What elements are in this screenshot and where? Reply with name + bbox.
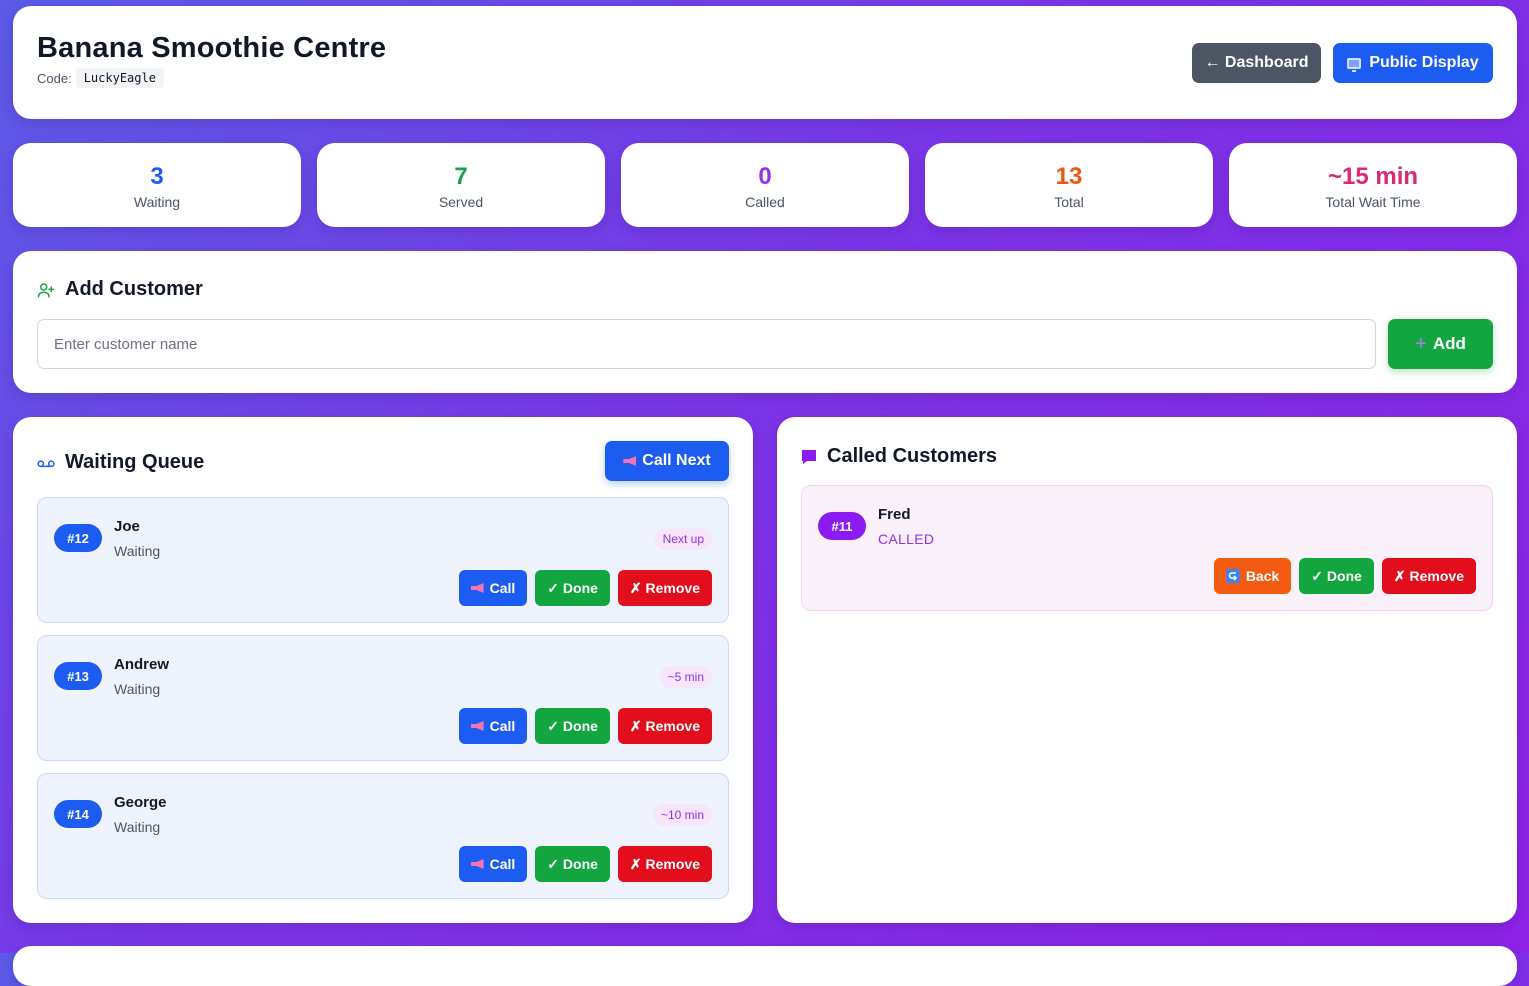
stat-label: Waiting — [133, 194, 181, 210]
call-button[interactable]: Call — [458, 708, 528, 744]
queue-item: #13 Andrew Waiting ~5 min Call ✓ Done ✗ … — [37, 635, 729, 761]
remove-button[interactable]: ✗ Remove — [617, 846, 712, 882]
call-button-label: Call — [489, 856, 516, 872]
customer-status: CALLED — [878, 531, 935, 547]
public-display-button[interactable]: Public Display — [1333, 43, 1493, 83]
called-item-actions: Back ✓ Done ✗ Remove — [1213, 558, 1476, 594]
voicemail-icon — [37, 459, 55, 467]
add-button-label: Add — [1432, 334, 1466, 353]
done-button[interactable]: ✓ Done — [535, 708, 610, 744]
code-label: Code: — [37, 70, 72, 86]
add-customer-card: Add Customer + Add — [13, 251, 1517, 393]
megaphone-icon — [470, 859, 484, 869]
customer-name-input[interactable] — [37, 319, 1376, 369]
ticket-number: #12 — [54, 524, 102, 552]
customer-status: Waiting — [114, 819, 161, 835]
queue-item-actions: Call ✓ Done ✗ Remove — [458, 708, 712, 744]
eta-badge: ~10 min — [652, 804, 712, 826]
queue-item-actions: Call ✓ Done ✗ Remove — [458, 846, 712, 882]
call-button[interactable]: Call — [458, 846, 528, 882]
remove-button[interactable]: ✗ Remove — [1381, 558, 1476, 594]
megaphone-icon — [623, 456, 637, 466]
done-button[interactable]: ✓ Done — [535, 570, 610, 606]
code-value: LuckyEagle — [75, 68, 164, 88]
stat-label: Total Wait Time — [1325, 194, 1421, 210]
called-customers-title: Called Customers — [827, 445, 998, 467]
called-item: #11 Fred CALLED Back ✓ Done ✗ Remove — [801, 485, 1493, 611]
remove-button[interactable]: ✗ Remove — [617, 570, 712, 606]
stat-value: ~15 min — [1327, 163, 1419, 190]
ticket-number: #14 — [54, 800, 102, 828]
stat-card-called: 0 Called — [621, 143, 909, 227]
eta-badge: Next up — [654, 528, 712, 550]
waiting-queue-title: Waiting Queue — [65, 451, 205, 473]
public-display-button-label: Public Display — [1369, 54, 1479, 71]
customer-status: Waiting — [114, 543, 161, 559]
stat-label: Total — [1054, 194, 1084, 210]
stat-label: Served — [438, 194, 484, 210]
dashboard-button-label: ← Dashboard — [1204, 54, 1309, 71]
call-button-label: Call — [489, 718, 516, 734]
customer-name: Joe — [114, 518, 140, 535]
ticket-number: #11 — [818, 512, 866, 540]
stat-value: 0 — [758, 163, 772, 190]
remove-button[interactable]: ✗ Remove — [617, 708, 712, 744]
ticket-number: #13 — [54, 662, 102, 690]
speech-bubble-icon — [802, 449, 816, 464]
called-customers-heading: Called Customers — [801, 445, 997, 468]
bottom-card — [13, 946, 1517, 986]
call-button[interactable]: Call — [458, 570, 528, 606]
stat-value: 3 — [150, 163, 164, 190]
stat-value: 13 — [1055, 163, 1083, 190]
stat-card-wait-time: ~15 min Total Wait Time — [1229, 143, 1517, 227]
customer-name: Andrew — [114, 656, 170, 673]
call-button-label: Call — [489, 580, 516, 596]
eta-badge: ~5 min — [659, 666, 712, 688]
waiting-queue-heading: Waiting Queue — [37, 451, 204, 474]
stat-label: Called — [745, 194, 785, 210]
queue-item: #14 George Waiting ~10 min Call ✓ Done ✗… — [37, 773, 729, 899]
back-button[interactable]: Back — [1213, 558, 1292, 594]
stat-card-served: 7 Served — [317, 143, 605, 227]
call-next-button[interactable]: Call Next — [605, 441, 729, 481]
back-button-label: Back — [1245, 568, 1280, 584]
plus-icon: + — [1415, 333, 1427, 355]
stat-card-waiting: 3 Waiting — [13, 143, 301, 227]
queue-item-actions: Call ✓ Done ✗ Remove — [458, 570, 712, 606]
done-button[interactable]: ✓ Done — [1299, 558, 1374, 594]
store-code: Code: LuckyEagle — [37, 68, 164, 88]
customer-status: Waiting — [114, 681, 161, 697]
done-button[interactable]: ✓ Done — [535, 846, 610, 882]
megaphone-icon — [470, 721, 484, 731]
customer-name: Fred — [878, 506, 911, 523]
waiting-queue-card: Waiting Queue Call Next #12 Joe Waiting … — [13, 417, 753, 923]
dashboard-button[interactable]: ← Dashboard — [1192, 43, 1321, 83]
user-plus-icon — [37, 282, 55, 297]
return-arrow-icon — [1225, 569, 1240, 583]
add-customer-heading: Add Customer — [37, 278, 203, 301]
header-card: Banana Smoothie Centre Code: LuckyEagle … — [13, 6, 1517, 119]
stat-card-total: 13 Total — [925, 143, 1213, 227]
megaphone-icon — [470, 583, 484, 593]
customer-name: George — [114, 794, 167, 811]
call-next-label: Call Next — [642, 452, 711, 469]
add-customer-button[interactable]: + Add — [1388, 319, 1493, 369]
page-title: Banana Smoothie Centre — [37, 32, 387, 64]
add-customer-title: Add Customer — [65, 278, 203, 300]
stat-value: 7 — [454, 163, 468, 190]
queue-item: #12 Joe Waiting Next up Call ✓ Done ✗ Re… — [37, 497, 729, 623]
called-customers-card: Called Customers #11 Fred CALLED Back ✓ … — [777, 417, 1517, 923]
monitor-icon — [1347, 57, 1362, 72]
